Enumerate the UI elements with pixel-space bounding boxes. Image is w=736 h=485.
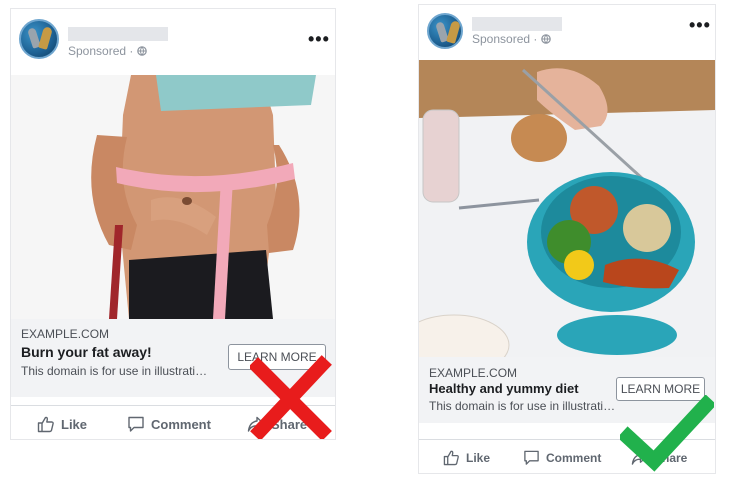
more-options-icon[interactable]: ••• — [308, 29, 330, 50]
waist-photo-illustration — [11, 75, 335, 319]
salad-photo-illustration — [419, 60, 715, 357]
ad-domain: EXAMPLE.COM — [21, 327, 110, 341]
comment-icon — [128, 416, 144, 432]
globe-icon — [540, 34, 551, 44]
post-header: Sponsored · ••• — [11, 9, 335, 69]
like-label: Like — [61, 416, 88, 432]
green-check-icon — [620, 395, 714, 472]
comment-label: Comment — [151, 416, 211, 432]
ad-domain: EXAMPLE.COM — [429, 366, 518, 380]
ad-description: This domain is for use in illustrati… — [429, 399, 616, 413]
thumbs-up-icon — [443, 450, 459, 466]
ad-description: This domain is for use in illustrati… — [21, 364, 208, 378]
comment-button[interactable]: Comment — [523, 449, 601, 466]
post-header: Sponsored · ••• — [419, 5, 715, 65]
sponsored-label: Sponsored · — [68, 44, 147, 58]
ad-headline: Healthy and yummy diet — [429, 381, 579, 396]
comment-label: Comment — [546, 450, 602, 465]
comment-icon — [524, 450, 539, 465]
page-name-placeholder[interactable] — [472, 17, 562, 31]
thumbs-up-icon — [37, 416, 54, 433]
red-x-icon — [250, 355, 332, 439]
page-avatar[interactable] — [427, 13, 463, 49]
ad-image-measuring-waist[interactable] — [11, 75, 335, 319]
page-avatar[interactable] — [19, 19, 59, 59]
like-label: Like — [466, 450, 491, 465]
comment-button[interactable]: Comment — [127, 415, 211, 433]
sponsored-label: Sponsored · — [472, 32, 551, 46]
more-options-icon[interactable]: ••• — [689, 15, 711, 36]
globe-icon — [136, 46, 147, 56]
like-button[interactable]: Like — [37, 415, 87, 433]
like-button[interactable]: Like — [443, 449, 490, 466]
ad-headline: Burn your fat away! — [21, 344, 152, 360]
page-name-placeholder[interactable] — [68, 27, 168, 41]
ad-image-salad-bowl[interactable] — [419, 60, 715, 357]
